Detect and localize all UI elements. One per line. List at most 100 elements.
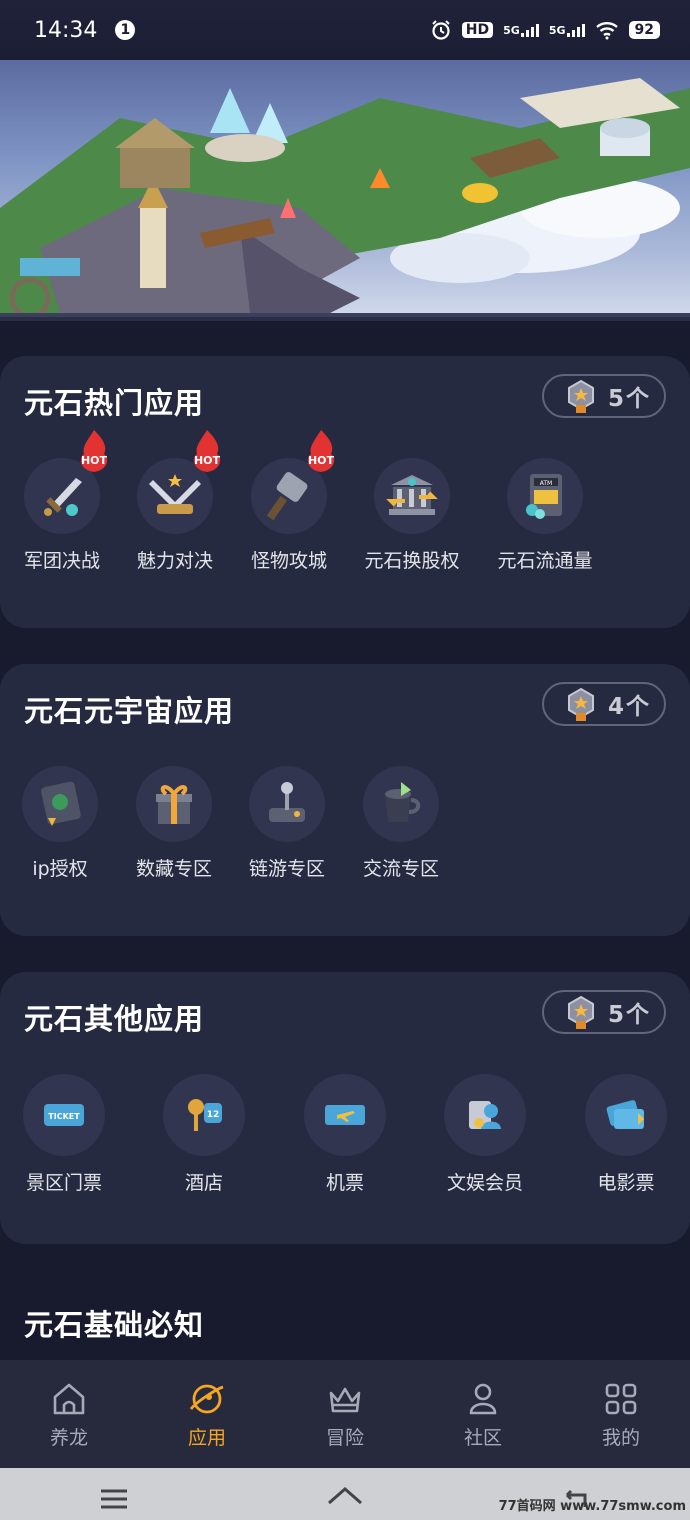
app-movie-tickets[interactable]: 电影票 — [566, 1074, 686, 1195]
bank-exchange-icon — [374, 458, 450, 534]
tab-label: 冒险 — [325, 1426, 364, 1449]
hot-apps-card: 元石热门应用 5个 HOT 军团决战 HOT 魅力对决 HOT 怪物攻城 元石换… — [0, 356, 690, 628]
signal-2-icon: 5G — [548, 23, 585, 37]
medal-icon — [568, 379, 594, 413]
other-apps-card: 元石其他应用 5个 TICKET 景区门票 12 酒店 机票 文娱会员 电影票 — [0, 972, 690, 1244]
app-count: 5个 — [608, 386, 652, 412]
plane-ticket-icon — [304, 1074, 386, 1156]
home-icon — [53, 1383, 85, 1414]
hot-badge: HOT — [189, 428, 225, 478]
app-count: 5个 — [608, 1002, 652, 1028]
section-title: 元石元宇宙应用 — [24, 694, 235, 728]
app-label: 军团决战 — [23, 550, 100, 572]
floating-island-illustration — [0, 78, 690, 313]
app-exchange-equity[interactable]: 元石换股权 — [352, 458, 472, 573]
hotel-key-number: 12 — [207, 1110, 220, 1120]
ticket-text: TICKET — [48, 1112, 80, 1121]
app-circulation[interactable]: ATM 元石流通量 — [485, 458, 605, 573]
battery-level: 92 — [628, 21, 660, 39]
banner-divider — [0, 317, 690, 321]
hot-text: HOT — [308, 454, 335, 467]
hot-text: HOT — [81, 454, 108, 467]
cinema-ticket-icon — [585, 1074, 667, 1156]
notification-badge: 1 — [115, 20, 136, 40]
app-label: 机票 — [325, 1172, 364, 1194]
cup-icon — [363, 766, 439, 842]
app-label: 元石流通量 — [497, 550, 593, 572]
gift-box-icon — [136, 766, 212, 842]
atm-text: ATM — [540, 480, 552, 487]
app-label: 怪物攻城 — [250, 550, 327, 572]
signal-1-icon: 5G — [503, 23, 539, 37]
section-title: 元石热门应用 — [24, 386, 205, 420]
member-card-icon — [444, 1074, 526, 1156]
app-monster-siege[interactable]: HOT 怪物攻城 — [229, 430, 349, 573]
app-count: 4个 — [608, 694, 652, 720]
hd-icon: HD — [461, 22, 494, 38]
hot-text: HOT — [194, 454, 221, 467]
metaverse-apps-card: 元石元宇宙应用 4个 ip授权 数藏专区 链游专区 交流专区 — [0, 664, 690, 936]
grid-icon — [605, 1383, 637, 1414]
tab-label: 应用 — [187, 1426, 226, 1449]
tab-mine[interactable]: 我的 — [552, 1360, 690, 1468]
app-collectibles[interactable]: 数藏专区 — [114, 766, 234, 881]
alarm-icon — [430, 19, 452, 41]
tab-apps[interactable]: 应用 — [138, 1360, 276, 1468]
network-2-label: 5G — [548, 23, 566, 37]
app-label: ip授权 — [32, 858, 88, 880]
tab-label: 社区 — [463, 1426, 502, 1449]
count-pill[interactable]: 4个 — [542, 682, 666, 726]
basic-knowledge-title: 元石基础必知 — [24, 1308, 205, 1342]
license-book-icon — [22, 766, 98, 842]
app-flight-tickets[interactable]: 机票 — [285, 1074, 405, 1195]
joystick-icon — [249, 766, 325, 842]
app-hotel[interactable]: 12 酒店 — [144, 1074, 264, 1195]
status-bar: 14:34 1 HD 5G 5G 92 — [0, 0, 690, 60]
count-pill[interactable]: 5个 — [542, 374, 666, 418]
app-label: 文娱会员 — [446, 1172, 523, 1194]
wifi-icon — [595, 20, 619, 40]
person-icon — [469, 1383, 497, 1414]
crossed-swords-icon: HOT — [137, 430, 221, 534]
atm-icon: ATM — [507, 458, 583, 534]
app-label: 酒店 — [184, 1172, 223, 1194]
home-nav-icon[interactable] — [325, 1479, 365, 1509]
planet-icon — [189, 1384, 224, 1413]
tab-adventure[interactable]: 冒险 — [276, 1360, 414, 1468]
medal-icon — [568, 687, 594, 721]
app-label: 电影票 — [597, 1172, 655, 1194]
section-title: 元石其他应用 — [24, 1002, 205, 1036]
hotel-key-icon: 12 — [163, 1074, 245, 1156]
ticket-icon: TICKET — [23, 1074, 105, 1156]
tab-raise-dragon[interactable]: 养龙 — [0, 1360, 138, 1468]
watermark: 77首码网 www.77smw.com — [498, 1499, 686, 1514]
tab-label: 我的 — [601, 1426, 640, 1449]
hero-banner[interactable] — [0, 58, 690, 317]
app-label: 元石换股权 — [364, 550, 460, 572]
hammer-icon: HOT — [251, 430, 335, 534]
medal-icon — [568, 995, 594, 1029]
app-chain-games[interactable]: 链游专区 — [227, 766, 347, 881]
tab-community[interactable]: 社区 — [414, 1360, 552, 1468]
network-1-label: 5G — [503, 23, 520, 37]
crown-icon — [329, 1387, 361, 1412]
app-label: 链游专区 — [248, 858, 325, 880]
app-entertainment-member[interactable]: 文娱会员 — [425, 1074, 545, 1195]
app-label: 魅力对决 — [136, 550, 213, 572]
app-charm-duel[interactable]: HOT 魅力对决 — [115, 430, 235, 573]
menu-icon[interactable] — [97, 1479, 131, 1509]
app-label: 景区门票 — [25, 1172, 102, 1194]
app-ip-license[interactable]: ip授权 — [0, 766, 120, 881]
status-time: 14:34 — [34, 17, 98, 43]
app-scenic-tickets[interactable]: TICKET 景区门票 — [4, 1074, 124, 1195]
bottom-tab-bar: 养龙 应用 冒险 社区 我的 — [0, 1360, 690, 1468]
hot-badge: HOT — [76, 428, 112, 478]
app-legion-battle[interactable]: HOT 军团决战 — [2, 430, 122, 573]
app-communication[interactable]: 交流专区 — [341, 766, 461, 881]
tab-label: 养龙 — [49, 1426, 88, 1449]
app-label: 交流专区 — [362, 858, 439, 880]
sword-icon: HOT — [24, 430, 108, 534]
app-label: 数藏专区 — [135, 858, 212, 880]
hot-badge: HOT — [303, 428, 339, 478]
count-pill[interactable]: 5个 — [542, 990, 666, 1034]
